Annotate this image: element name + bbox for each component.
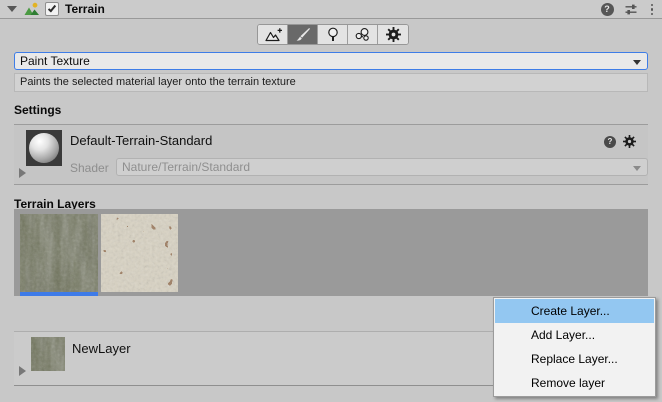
chevron-down-icon — [633, 60, 641, 65]
paint-tool-dropdown-value: Paint Texture — [15, 54, 90, 68]
tool-paint-details[interactable] — [348, 25, 378, 44]
shader-label: Shader — [70, 161, 109, 175]
terrain-layer-rock[interactable] — [101, 214, 178, 292]
tree-icon — [325, 27, 341, 42]
tool-description: Paints the selected material layer onto … — [14, 73, 648, 92]
tool-paint-terrain[interactable] — [288, 25, 318, 44]
tool-paint-trees[interactable] — [318, 25, 348, 44]
terrain-icon — [24, 2, 40, 17]
selected-layer-bar — [20, 292, 98, 296]
gear-icon — [386, 27, 401, 42]
grass-texture — [20, 214, 98, 292]
mountain-plus-icon — [263, 28, 283, 42]
chevron-down-icon — [633, 166, 641, 171]
tool-terrain-settings[interactable] — [378, 25, 408, 44]
material-name: Default-Terrain-Standard — [70, 133, 212, 148]
tool-create-neighbor-terrains[interactable] — [258, 25, 288, 44]
new-layer-thumbnail[interactable] — [31, 337, 65, 371]
shader-dropdown[interactable]: Nature/Terrain/Standard — [116, 158, 648, 176]
new-layer-name: NewLayer — [72, 341, 131, 356]
new-layer-foldout-icon[interactable] — [19, 366, 26, 376]
paint-tool-dropdown[interactable]: Paint Texture — [14, 52, 648, 70]
material-preview[interactable] — [26, 130, 62, 166]
material-sphere-icon — [29, 133, 59, 163]
presets-icon[interactable] — [624, 3, 638, 16]
terrain-layer-grass[interactable] — [20, 214, 98, 292]
grass-texture-small — [31, 337, 65, 371]
material-gear-icon[interactable] — [623, 135, 636, 148]
help-icon[interactable]: ? — [601, 3, 614, 16]
rock-texture — [101, 214, 178, 292]
settings-section-label: Settings — [14, 103, 61, 117]
menu-item-create-layer[interactable]: Create Layer... — [495, 299, 654, 323]
material-help-icon[interactable]: ? — [604, 136, 616, 148]
enabled-checkbox[interactable] — [45, 2, 59, 16]
terrain-toolbar — [257, 24, 409, 45]
shader-dropdown-value: Nature/Terrain/Standard — [117, 160, 250, 174]
menu-item-replace-layer[interactable]: Replace Layer... — [495, 347, 654, 371]
menu-item-add-layer[interactable]: Add Layer... — [495, 323, 654, 347]
material-box: Default-Terrain-Standard ? Shader Nature… — [14, 124, 648, 185]
details-grass-icon — [354, 27, 371, 42]
terrain-inspector-panel: Terrain ? — [0, 0, 662, 402]
material-foldout-icon[interactable] — [19, 168, 26, 178]
layer-context-menu: Create Layer... Add Layer... Replace Lay… — [493, 297, 656, 397]
checkmark-icon — [48, 4, 56, 13]
component-title: Terrain — [65, 2, 105, 16]
paintbrush-icon — [295, 27, 311, 42]
terrain-layers-palette — [14, 209, 648, 296]
menu-item-remove-layer[interactable]: Remove layer — [495, 371, 654, 395]
more-menu-icon[interactable] — [648, 3, 657, 17]
foldout-expanded-icon[interactable] — [7, 6, 17, 12]
component-header: Terrain ? — [0, 0, 662, 19]
